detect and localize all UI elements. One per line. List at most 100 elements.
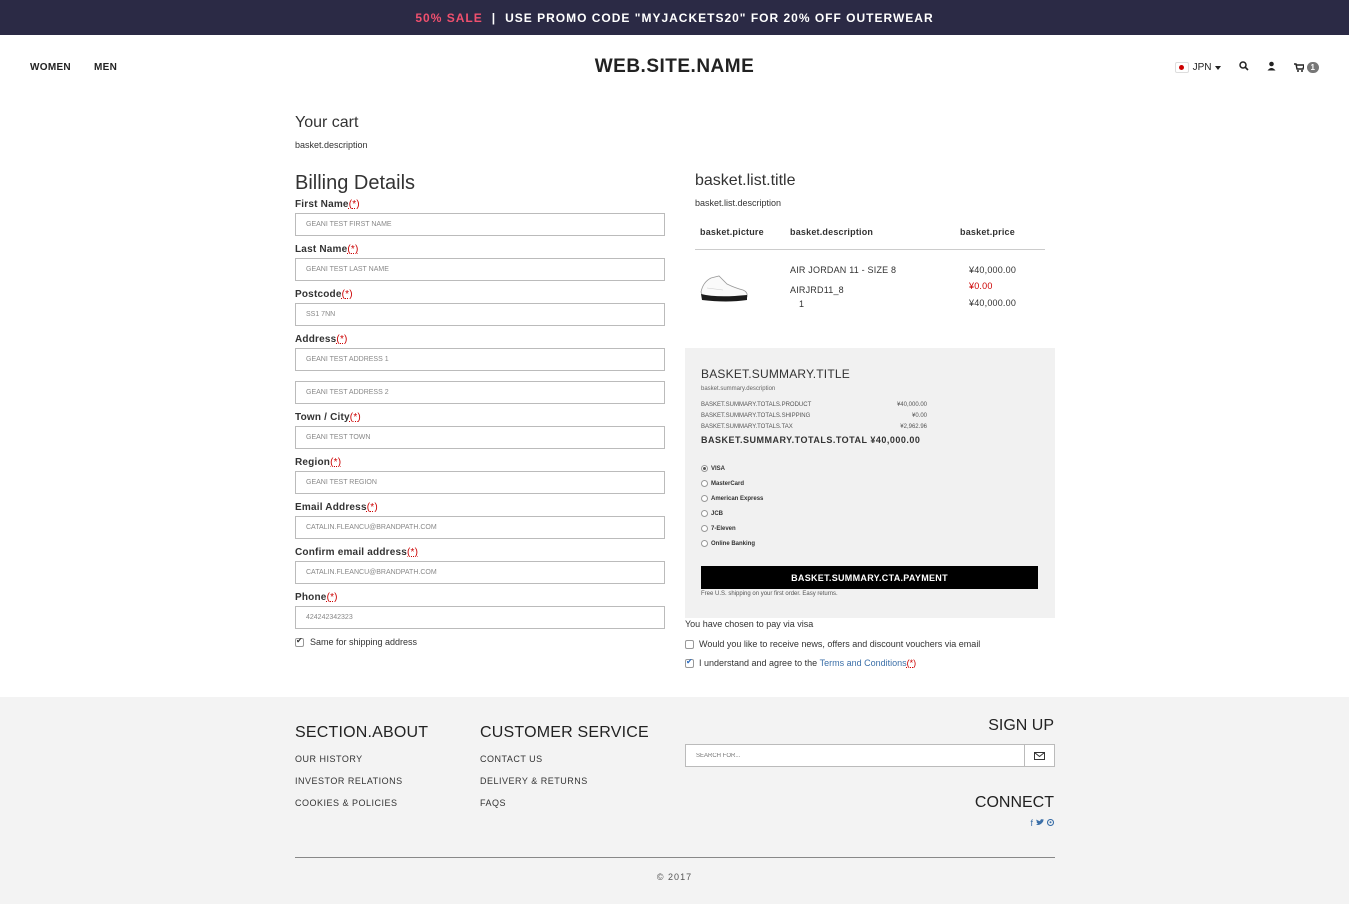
radio-button[interactable] bbox=[701, 480, 708, 487]
required-mark: (*) bbox=[366, 502, 378, 513]
footer-divider bbox=[295, 857, 1055, 858]
footer-link-history[interactable]: OUR HISTORY bbox=[295, 754, 428, 764]
summary-value: ¥2,962.96 bbox=[900, 424, 927, 430]
twitter-icon[interactable] bbox=[1036, 818, 1044, 828]
billing-form: Billing Details First Name(*) GEANI TEST… bbox=[295, 172, 665, 647]
product-discount: ¥0.00 bbox=[969, 281, 993, 291]
radio-button[interactable] bbox=[701, 495, 708, 502]
pinterest-icon[interactable] bbox=[1046, 818, 1055, 828]
phone-group: Phone(*) 424242342323 bbox=[295, 592, 665, 629]
footer-service: CUSTOMER SERVICE CONTACT US DELIVERY & R… bbox=[480, 724, 649, 808]
promo-message: USE PROMO CODE "MYJACKETS20" FOR 20% OFF… bbox=[505, 10, 934, 25]
summary-row-product: BASKET.SUMMARY.TOTALS.PRODUCT ¥40,000.00 bbox=[701, 402, 927, 408]
product-quantity: 1 bbox=[799, 299, 805, 309]
social-links: f bbox=[1030, 818, 1055, 828]
summary-description: basket.summary.description bbox=[701, 386, 776, 392]
payment-option-amex[interactable]: American Express bbox=[701, 495, 763, 502]
terms-link[interactable]: Terms and Conditions bbox=[820, 658, 907, 668]
region-group: Region(*) GEANI TEST REGION bbox=[295, 457, 665, 494]
newsletter-checkbox[interactable] bbox=[685, 639, 694, 649]
product-name: AIR JORDAN 11 - SIZE 8 bbox=[790, 265, 897, 275]
email-label: Email Address bbox=[295, 502, 367, 513]
footer-about: SECTION.ABOUT OUR HISTORY INVESTOR RELAT… bbox=[295, 724, 428, 808]
currency-label: JPN bbox=[1192, 62, 1212, 73]
signup-input[interactable] bbox=[686, 745, 1024, 766]
first-name-input[interactable]: GEANI TEST FIRST NAME bbox=[295, 213, 665, 236]
radio-button[interactable] bbox=[701, 540, 708, 547]
promo-banner: 50% SALE | USE PROMO CODE "MYJACKETS20" … bbox=[0, 0, 1349, 35]
town-label: Town / City bbox=[295, 412, 350, 423]
address-line1-input[interactable]: GEANI TEST ADDRESS 1 bbox=[295, 348, 665, 371]
footer-link-contact[interactable]: CONTACT US bbox=[480, 754, 649, 764]
same-shipping-label: Same for shipping address bbox=[310, 637, 418, 647]
col-description: basket.description bbox=[790, 227, 874, 237]
address-group: Address(*) GEANI TEST ADDRESS 1 GEANI TE… bbox=[295, 334, 665, 404]
product-sku: AIRJRD11_8 bbox=[790, 285, 844, 295]
confirm-email-input[interactable]: CATALIN.FLEANCU@BRANDPATH.COM bbox=[295, 561, 665, 584]
confirm-email-group: Confirm email address(*) CATALIN.FLEANCU… bbox=[295, 547, 665, 584]
payment-option-mastercard[interactable]: MasterCard bbox=[701, 480, 744, 487]
total-value: ¥40,000.00 bbox=[870, 435, 921, 445]
payment-chosen-text: You have chosen to pay via visa bbox=[685, 619, 814, 629]
promo-separator: | bbox=[491, 10, 497, 25]
terms-checkbox[interactable] bbox=[685, 657, 694, 668]
phone-input[interactable]: 424242342323 bbox=[295, 606, 665, 629]
phone-label: Phone bbox=[295, 592, 327, 603]
payment-option-jcb[interactable]: JCB bbox=[701, 510, 723, 517]
currency-selector[interactable]: JPN bbox=[1174, 62, 1221, 73]
postcode-label: Postcode bbox=[295, 289, 342, 300]
payment-label: VISA bbox=[711, 465, 726, 472]
basket-description: basket.list.description bbox=[695, 198, 782, 208]
payment-option-online-banking[interactable]: Online Banking bbox=[701, 540, 755, 547]
footer: SECTION.ABOUT OUR HISTORY INVESTOR RELAT… bbox=[0, 697, 1349, 904]
envelope-icon[interactable] bbox=[1024, 745, 1054, 766]
region-input[interactable]: GEANI TEST REGION bbox=[295, 471, 665, 494]
radio-button[interactable] bbox=[701, 465, 708, 472]
summary-label: BASKET.SUMMARY.TOTALS.TAX bbox=[701, 424, 793, 430]
header-nav: WOMEN MEN WEB.SITE.NAME JPN 1 bbox=[0, 35, 1349, 101]
copyright: © 2017 bbox=[656, 872, 693, 882]
footer-link-cookies[interactable]: COOKIES & POLICIES bbox=[295, 798, 428, 808]
facebook-icon[interactable]: f bbox=[1030, 818, 1033, 828]
product-image[interactable] bbox=[697, 270, 749, 306]
signup-form bbox=[685, 744, 1055, 767]
search-icon[interactable] bbox=[1238, 61, 1249, 74]
address-line2-input[interactable]: GEANI TEST ADDRESS 2 bbox=[295, 381, 665, 404]
payment-option-visa[interactable]: VISA bbox=[701, 465, 725, 472]
newsletter-label: Would you like to receive news, offers a… bbox=[699, 639, 981, 649]
town-input[interactable]: GEANI TEST TOWN bbox=[295, 426, 665, 449]
shipping-note: Free U.S. shipping on your first order. … bbox=[701, 591, 838, 597]
radio-button[interactable] bbox=[701, 525, 708, 532]
required-mark: (*) bbox=[407, 547, 419, 558]
payment-label: Online Banking bbox=[711, 540, 756, 547]
footer-link-delivery[interactable]: DELIVERY & RETURNS bbox=[480, 776, 649, 786]
table-row: AIR JORDAN 11 - SIZE 8 AIRJRD11_8 1 ¥40,… bbox=[695, 250, 1045, 320]
cart-button[interactable]: 1 bbox=[1293, 62, 1319, 73]
site-logo[interactable]: WEB.SITE.NAME bbox=[0, 56, 1349, 78]
caret-down-icon bbox=[1214, 65, 1221, 70]
payment-option-7eleven[interactable]: 7-Eleven bbox=[701, 525, 736, 532]
terms-option[interactable]: I understand and agree to the Terms and … bbox=[685, 657, 916, 668]
newsletter-option[interactable]: Would you like to receive news, offers a… bbox=[685, 639, 980, 649]
postcode-group: Postcode(*) SS1 7NN bbox=[295, 289, 665, 326]
payment-label: American Express bbox=[711, 495, 764, 502]
product-total: ¥40,000.00 bbox=[969, 298, 1017, 308]
same-shipping-checkbox[interactable] bbox=[295, 636, 304, 647]
last-name-input[interactable]: GEANI TEST LAST NAME bbox=[295, 258, 665, 281]
region-label: Region bbox=[295, 457, 331, 468]
postcode-input[interactable]: SS1 7NN bbox=[295, 303, 665, 326]
user-icon[interactable] bbox=[1267, 61, 1276, 74]
summary-value: ¥40,000.00 bbox=[896, 402, 927, 408]
required-mark: (*) bbox=[347, 244, 359, 255]
summary-row-tax: BASKET.SUMMARY.TOTALS.TAX ¥2,962.96 bbox=[701, 424, 927, 430]
payment-button[interactable]: BASKET.SUMMARY.CTA.PAYMENT bbox=[701, 566, 1038, 589]
footer-link-faqs[interactable]: FAQS bbox=[480, 798, 649, 808]
product-price: ¥40,000.00 bbox=[969, 265, 1017, 275]
first-name-label: First Name bbox=[295, 199, 349, 210]
basket-summary: BASKET.SUMMARY.TITLE basket.summary.desc… bbox=[685, 348, 1055, 618]
address-label: Address bbox=[295, 334, 337, 345]
same-shipping-option[interactable]: Same for shipping address bbox=[295, 636, 665, 647]
radio-button[interactable] bbox=[701, 510, 708, 517]
footer-link-investor[interactable]: INVESTOR RELATIONS bbox=[295, 776, 428, 786]
email-input[interactable]: CATALIN.FLEANCU@BRANDPATH.COM bbox=[295, 516, 665, 539]
